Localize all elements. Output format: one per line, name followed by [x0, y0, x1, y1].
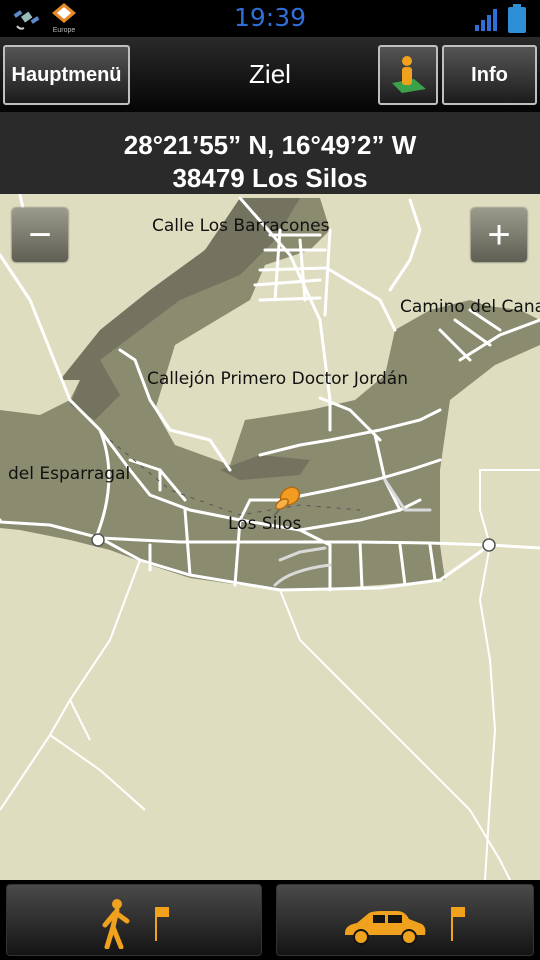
status-time: 19:39 — [233, 3, 307, 32]
title-bar: Hauptmenü Ziel Info — [0, 37, 540, 112]
car-navigation-button[interactable] — [276, 884, 534, 956]
zoom-out-button[interactable]: − — [12, 208, 68, 262]
destination-flag-icon — [155, 907, 169, 941]
status-bar: Europe 19:39 — [0, 0, 540, 37]
info-button[interactable]: Info — [442, 45, 537, 105]
car-icon — [345, 911, 426, 945]
street-label: del Esparragal — [8, 464, 131, 484]
page-title: Ziel — [249, 59, 291, 89]
location-header: 28°21’55” N, 16°49’2” W 38479 Los Silos — [0, 112, 540, 194]
main-menu-button[interactable]: Hauptmenü — [3, 45, 130, 105]
map-view[interactable]: Calle Los Barracones Camino del Cana Cal… — [0, 194, 540, 880]
street-label: Camino del Cana — [400, 297, 540, 317]
coordinates-text: 28°21’55” N, 16°49’2” W — [123, 130, 417, 160]
battery-icon — [507, 4, 527, 39]
walking-person-icon — [102, 899, 130, 949]
person-on-map-icon — [392, 56, 426, 93]
destination-flag-icon — [451, 907, 465, 941]
walk-navigation-button[interactable] — [6, 884, 262, 956]
bottom-bar — [0, 880, 540, 960]
zoom-in-button[interactable]: + — [471, 208, 527, 262]
street-label: Calle Los Barracones — [152, 216, 330, 236]
pedestrian-view-button[interactable] — [378, 45, 438, 105]
roundabout — [482, 538, 496, 552]
street-label: Callejón Primero Doctor Jordán — [147, 369, 408, 389]
roundabout — [91, 533, 105, 547]
address-text: 38479 Los Silos — [172, 163, 368, 193]
signal-icon — [474, 6, 500, 37]
